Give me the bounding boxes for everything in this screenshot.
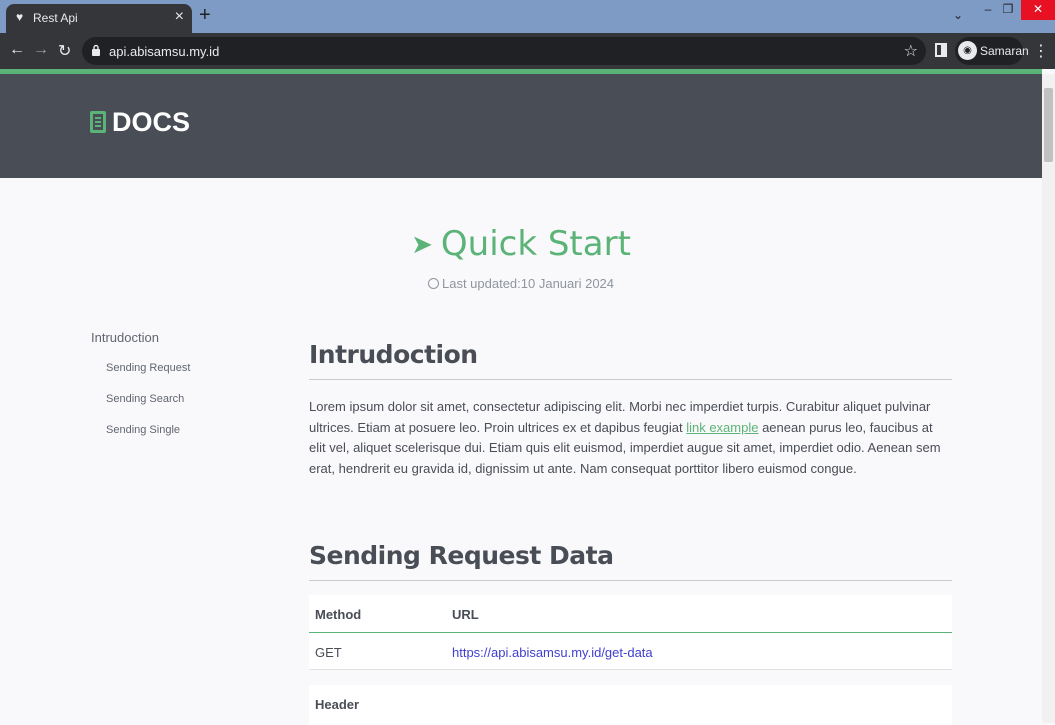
introduction-paragraph: Lorem ipsum dolor sit amet, consectetur … — [309, 397, 952, 479]
table-header-row: Method URL — [309, 595, 952, 633]
reload-icon[interactable]: ↻ — [58, 41, 71, 61]
tab-search-chevron-icon[interactable]: ⌄ — [948, 6, 968, 26]
section-heading-sending-request: Sending Request Data — [309, 541, 952, 581]
header-table: Header — [309, 685, 952, 725]
document-icon — [90, 111, 106, 133]
close-tab-icon[interactable]: × — [175, 8, 184, 26]
profile-name: Samaran — [980, 44, 1029, 58]
nav-item-introduction[interactable]: Intrudoction — [91, 330, 190, 345]
column-header-url: URL — [452, 607, 479, 622]
table-row: GET https://api.abisamsu.my.id/get-data — [309, 633, 952, 670]
last-updated: Last updated:10 Januari 2024 — [0, 276, 1042, 291]
docs-side-nav: Intrudoction Sending Request Sending Sea… — [91, 330, 190, 455]
tab-title: Rest Api — [33, 11, 78, 25]
minimize-window-button[interactable]: – — [978, 0, 998, 20]
restore-window-button[interactable]: ❐ — [998, 0, 1018, 20]
last-updated-text: Last updated:10 Januari 2024 — [441, 276, 615, 291]
url-cell: https://api.abisamsu.my.id/get-data — [452, 645, 653, 660]
browser-tab[interactable]: ♥ Rest Api × — [6, 4, 192, 33]
incognito-avatar-icon: ◉ — [958, 41, 977, 60]
request-table: Method URL GET https://api.abisamsu.my.i… — [309, 595, 952, 670]
back-arrow-icon[interactable]: ← — [9, 41, 25, 59]
more-menu-icon[interactable]: ⋮ — [1033, 41, 1049, 61]
nav-item-sending-search[interactable]: Sending Search — [106, 393, 190, 405]
paper-plane-icon: ➤ — [411, 230, 433, 260]
endpoint-url-link[interactable]: https://api.abisamsu.my.id/get-data — [452, 645, 653, 660]
page-title: ➤ Quick Start — [0, 224, 1042, 264]
docs-content: Intrudoction Lorem ipsum dolor sit amet,… — [309, 340, 952, 725]
side-panel-icon[interactable] — [935, 43, 947, 57]
column-header-header: Header — [315, 697, 360, 712]
page-scrollbar[interactable] — [1042, 74, 1055, 723]
site-logo[interactable]: DOCS — [90, 107, 190, 138]
column-header-method: Method — [315, 607, 362, 622]
page-title-text: Quick Start — [440, 224, 631, 264]
nav-item-sending-single[interactable]: Sending Single — [106, 424, 190, 436]
link-example[interactable]: link example — [686, 420, 758, 435]
new-tab-button[interactable]: + — [199, 4, 211, 27]
section-heading-introduction: Intrudoction — [309, 340, 952, 380]
site-header: DOCS — [0, 74, 1042, 178]
browser-toolbar: ← → ↻ api.abisamsu.my.id ☆ ◉ Samaran ⋮ — [0, 33, 1055, 69]
logo-text: DOCS — [112, 107, 191, 137]
close-window-button[interactable]: ✕ — [1021, 0, 1055, 20]
bookmark-star-icon[interactable]: ☆ — [904, 41, 918, 61]
scrollbar-thumb[interactable] — [1044, 88, 1053, 162]
method-cell: GET — [315, 645, 342, 660]
clock-icon — [427, 278, 439, 289]
profile-button[interactable]: ◉ Samaran — [955, 37, 1029, 65]
address-bar[interactable]: api.abisamsu.my.id ☆ — [82, 37, 926, 65]
lock-icon — [92, 44, 100, 56]
forward-arrow-icon[interactable]: → — [33, 41, 49, 59]
heart-favicon-icon: ♥ — [16, 10, 24, 24]
url-text: api.abisamsu.my.id — [109, 44, 220, 59]
browser-tab-strip: ♥ Rest Api × + ⌄ – ❐ ✕ — [0, 0, 1055, 33]
nav-item-sending-request[interactable]: Sending Request — [106, 362, 190, 374]
